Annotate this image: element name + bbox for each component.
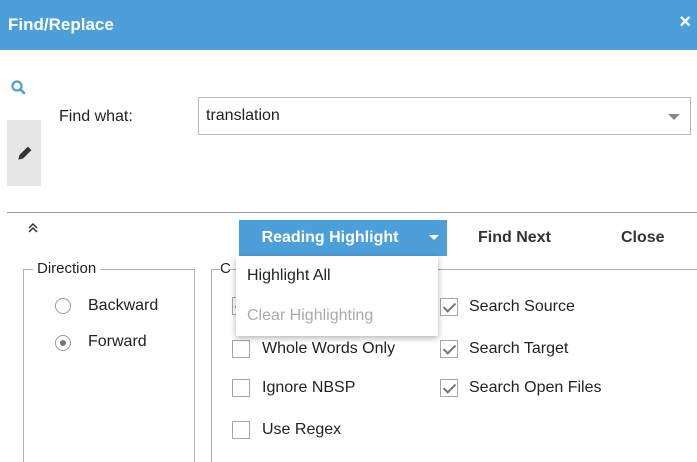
radio-forward[interactable]	[55, 335, 71, 351]
checkbox-ignore-nbsp[interactable]	[232, 379, 250, 397]
checkbox-search-open-files[interactable]	[440, 379, 458, 397]
whole-words-only-label[interactable]: Whole Words Only	[262, 340, 395, 358]
chevron-down-icon[interactable]	[668, 114, 680, 120]
caret-down-icon	[429, 235, 439, 240]
collapse-icon[interactable]	[26, 221, 40, 237]
find-what-label: Find what:	[59, 108, 133, 125]
title-bar: Find/Replace ×	[0, 0, 697, 50]
close-button[interactable]: Close	[621, 229, 665, 247]
reading-highlight-menu: Highlight All Clear Highlighting	[236, 256, 438, 336]
search-target-label[interactable]: Search Target	[469, 340, 568, 358]
direction-group: Direction Backward Forward	[23, 260, 195, 462]
menu-item-highlight-all[interactable]: Highlight All	[247, 267, 331, 285]
direction-legend: Direction	[33, 260, 101, 277]
radio-forward-label[interactable]: Forward	[88, 333, 147, 351]
checkbox-use-regex[interactable]	[232, 421, 250, 439]
reading-highlight-button[interactable]: Reading Highlight	[239, 220, 421, 256]
reading-highlight-split-button[interactable]: Reading Highlight	[239, 220, 447, 256]
search-source-label[interactable]: Search Source	[469, 298, 575, 316]
radio-backward-label[interactable]: Backward	[88, 297, 158, 315]
reading-highlight-dropdown-toggle[interactable]	[421, 220, 447, 256]
window-title: Find/Replace	[8, 15, 114, 34]
radio-backward[interactable]	[55, 298, 71, 314]
use-regex-label[interactable]: Use Regex	[262, 421, 341, 439]
checkbox-search-source[interactable]	[440, 298, 458, 316]
ignore-nbsp-label[interactable]: Ignore NBSP	[262, 379, 355, 397]
find-what-combobox[interactable]: translation	[198, 97, 691, 135]
tab-replace[interactable]	[7, 120, 41, 186]
search-open-files-label[interactable]: Search Open Files	[469, 379, 602, 397]
menu-item-clear-highlighting: Clear Highlighting	[247, 307, 374, 324]
divider	[7, 212, 697, 213]
options-legend: C	[220, 260, 231, 277]
tab-find[interactable]	[7, 70, 41, 106]
checkbox-search-target[interactable]	[440, 340, 458, 358]
close-icon[interactable]: ×	[679, 11, 691, 34]
find-what-value[interactable]: translation	[206, 107, 280, 125]
find-next-button[interactable]: Find Next	[478, 229, 551, 247]
checkbox-whole-words-only[interactable]	[232, 340, 250, 358]
